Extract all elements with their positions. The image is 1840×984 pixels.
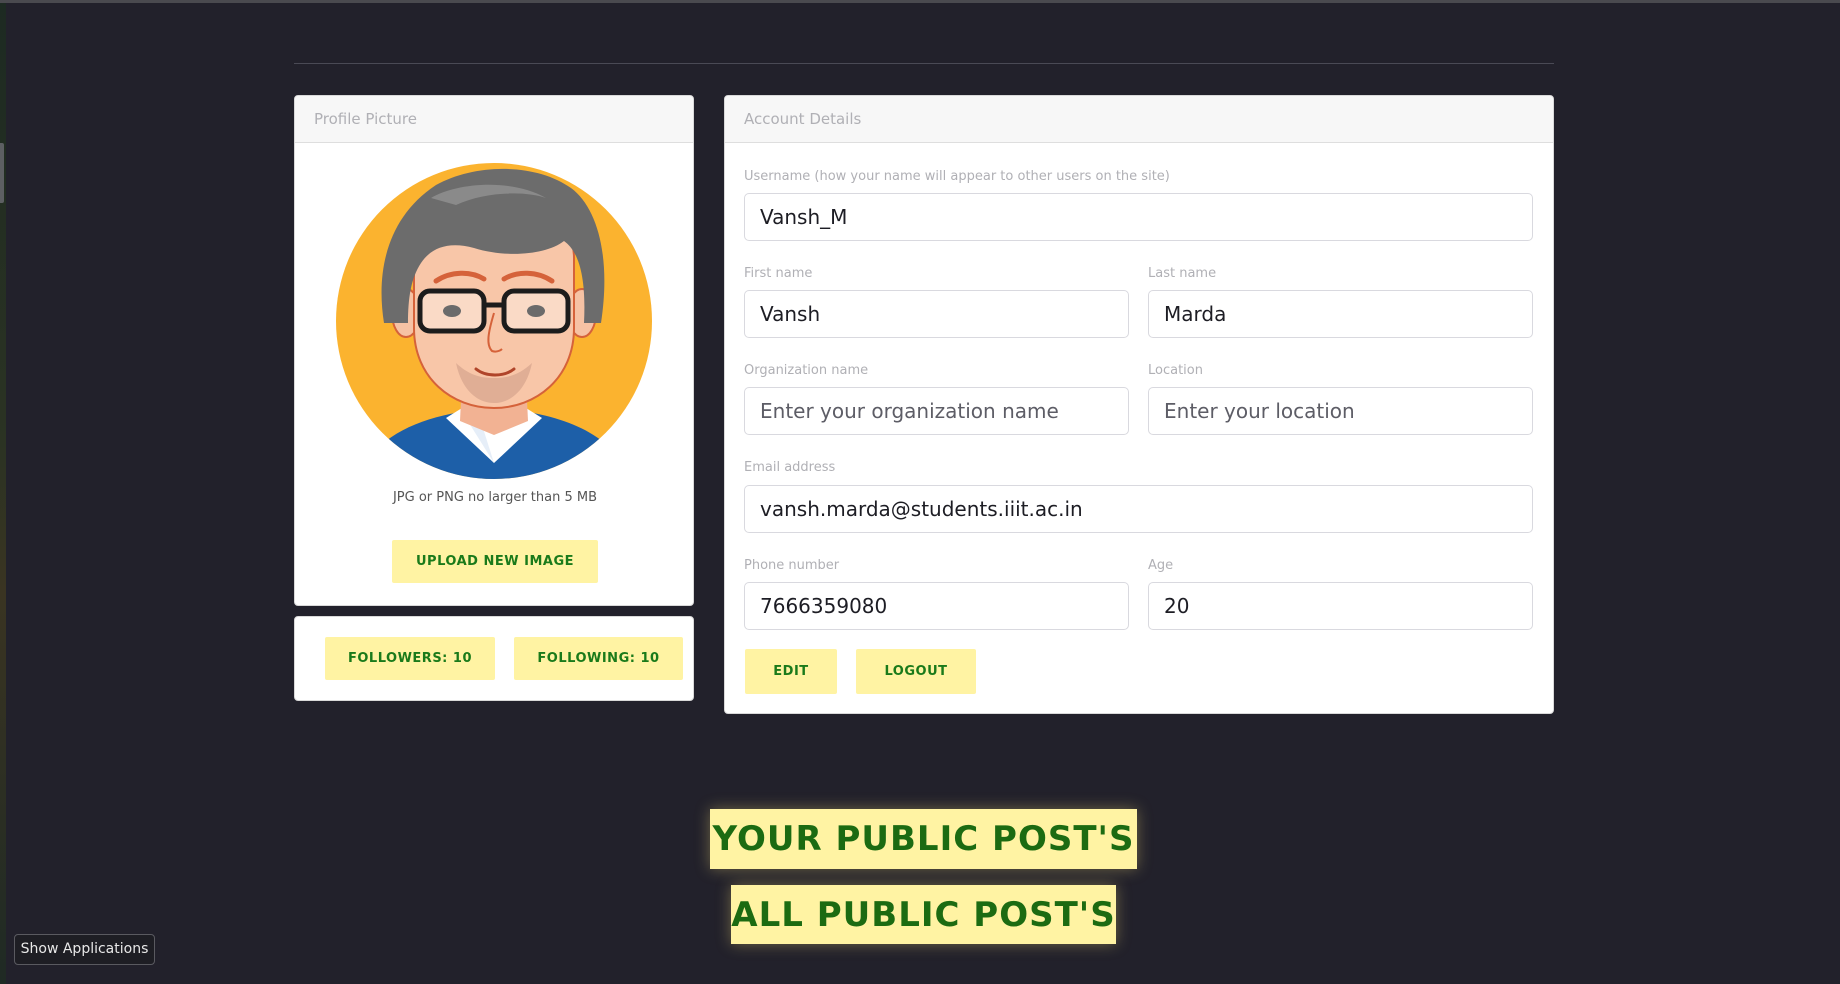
username-input[interactable] — [744, 193, 1533, 241]
followers-button[interactable]: FOLLOWERS: 10 — [325, 637, 495, 680]
show-applications-button[interactable]: Show Applications — [14, 934, 155, 965]
first-name-label: First name — [744, 266, 813, 281]
email-input[interactable] — [744, 485, 1533, 533]
avatar-illustration — [336, 163, 652, 479]
age-label: Age — [1148, 558, 1174, 573]
all-public-posts-button[interactable]: ALL PUBLIC POST'S — [731, 885, 1116, 944]
upload-hint: JPG or PNG no larger than 5 MB — [392, 490, 598, 505]
last-name-input[interactable] — [1148, 290, 1533, 338]
organization-input[interactable] — [744, 387, 1129, 435]
account-details-card: Account Details Username (how your name … — [724, 95, 1554, 714]
profile-picture-card: Profile Picture JPG or PNG no larger tha… — [294, 95, 694, 606]
username-label: Username (how your name will appear to o… — [744, 169, 1170, 184]
account-details-header: Account Details — [725, 96, 1553, 143]
desktop-edge — [0, 3, 6, 984]
profile-picture-header: Profile Picture — [295, 96, 693, 143]
phone-label: Phone number — [744, 558, 840, 573]
your-public-posts-button[interactable]: YOUR PUBLIC POST'S — [710, 809, 1137, 869]
follow-stats-card: FOLLOWERS: 10 FOLLOWING: 10 — [294, 616, 694, 701]
upload-new-image-button[interactable]: UPLOAD NEW IMAGE — [392, 540, 598, 583]
last-name-label: Last name — [1148, 266, 1217, 281]
window-top-edge — [0, 0, 1840, 3]
age-input[interactable] — [1148, 582, 1533, 630]
following-button[interactable]: FOLLOWING: 10 — [514, 637, 683, 680]
section-divider — [294, 63, 1554, 64]
edge-handle — [0, 143, 4, 203]
avatar — [336, 163, 652, 479]
logout-button[interactable]: LOGOUT — [856, 649, 976, 694]
edit-button[interactable]: EDIT — [745, 649, 837, 694]
phone-input[interactable] — [744, 582, 1129, 630]
location-input[interactable] — [1148, 387, 1533, 435]
organization-label: Organization name — [744, 363, 869, 378]
email-label: Email address — [744, 460, 836, 475]
first-name-input[interactable] — [744, 290, 1129, 338]
location-label: Location — [1148, 363, 1203, 378]
